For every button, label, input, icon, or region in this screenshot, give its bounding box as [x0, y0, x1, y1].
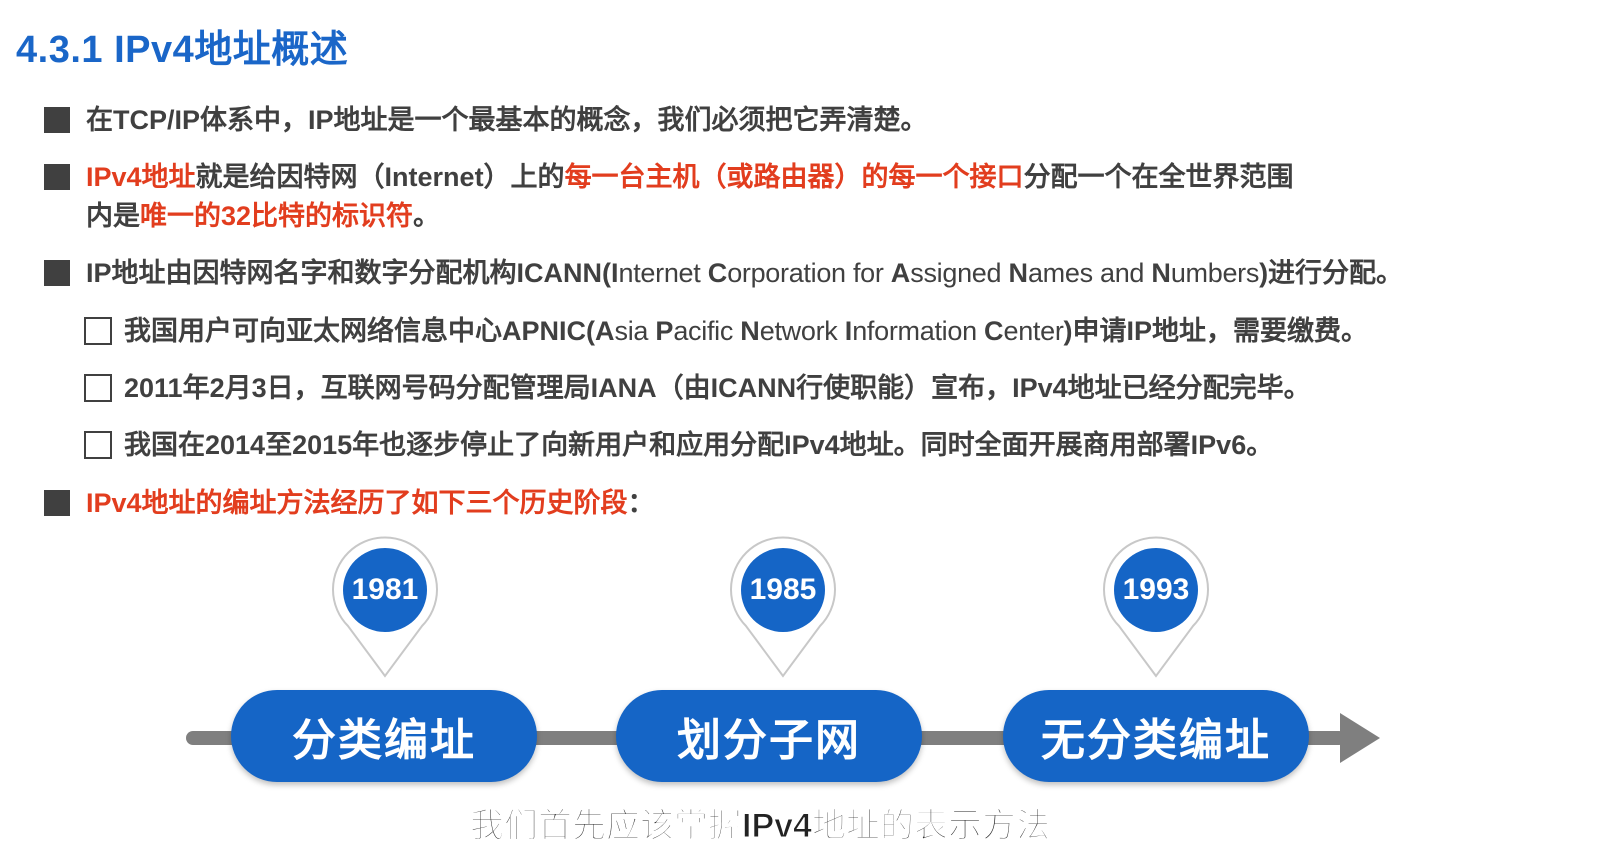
bullet-text: IP地址由因特网名字和数字分配机构ICANN(Internet Corporat… [86, 253, 1403, 293]
stage-subnetting: 划分子网 [616, 690, 922, 782]
initial-letter: N [1008, 258, 1028, 288]
bullet-text: 我国在2014至2015年也逐步停止了向新用户和应用分配IPv4地址。同时全面开… [124, 430, 1274, 460]
text-segment: ssigned [910, 258, 1009, 288]
stage-classless-addressing: 无分类编址 [1003, 690, 1309, 782]
timeline-year: 1981 [351, 573, 419, 606]
open-square-bullet-icon [84, 431, 112, 459]
text-segment: acific [673, 316, 741, 346]
initial-letter: P [655, 316, 674, 346]
highlight-interface: 每一台主机（或路由器）的每一个接口 [564, 162, 1024, 192]
bullet-text: 2011年2月3日，互联网号码分配管理局IANA（由ICANN行使职能）宣布，I… [124, 373, 1311, 403]
text-segment: orporation for [727, 258, 891, 288]
text-segment: sia [614, 316, 656, 346]
bullet-text: 内是唯一的32比特的标识符。 [86, 196, 440, 236]
video-subtitle: 我们首先应该掌握IPv4地址的表示方法 [470, 807, 1051, 846]
initial-letter: C [984, 316, 1004, 346]
bullet-text: 在TCP/IP体系中，IP地址是一个最基本的概念，我们必须把它弄清楚。 [86, 105, 928, 135]
initial-letter: I [611, 258, 619, 288]
text-segment: ames and [1027, 258, 1152, 288]
text-segment: 。 [413, 201, 441, 231]
filled-square-bullet-icon [44, 164, 70, 190]
stage-classful-addressing: 分类编址 [231, 690, 537, 782]
initial-letter: N [1151, 258, 1171, 288]
filled-square-bullet-icon [44, 490, 70, 516]
timeline-pin-1981: 1981 [330, 536, 440, 678]
text-segment: 分配一个在全世界范围 [1023, 162, 1294, 192]
text-segment: etwork [759, 316, 845, 346]
initial-letter: A [890, 258, 911, 288]
highlight-ipv4: IPv4地址 [86, 162, 196, 192]
bullet-text: 我国用户可向亚太网络信息中心APNIC(Asia Pacific Network… [124, 311, 1368, 351]
text-segment: ： [627, 488, 655, 518]
text-segment: nternet [618, 258, 708, 288]
timeline-pin-1993: 1993 [1101, 536, 1211, 678]
timeline-year: 1993 [1122, 573, 1190, 606]
filled-square-bullet-icon [44, 107, 70, 133]
text-segment: )进行分配。 [1259, 258, 1404, 288]
timeline-arrow-icon [1340, 713, 1380, 763]
initial-letter: A [595, 316, 615, 346]
text-segment: 我国用户可向亚太网络信息中心APNIC( [124, 316, 595, 346]
page-title: 4.3.1 IPv4地址概述 [16, 29, 349, 71]
highlight-unique-id: 唯一的32比特的标识符 [140, 201, 414, 231]
initial-letter: C [707, 258, 728, 288]
filled-square-bullet-icon [44, 260, 70, 286]
text-segment: umbers [1170, 258, 1260, 288]
text-segment: IP地址由因特网名字和数字分配机构ICANN( [86, 258, 611, 288]
bullet-text: IPv4地址的编址方法经历了如下三个历史阶段： [86, 483, 655, 523]
timeline-pin-1985: 1985 [728, 536, 838, 678]
open-square-bullet-icon [84, 317, 112, 345]
initial-letter: N [740, 316, 760, 346]
timeline-year: 1985 [749, 573, 817, 606]
text-segment: nformation [852, 316, 984, 346]
text-segment: )申请IP地址，需要缴费。 [1063, 316, 1369, 346]
text-segment: 就是给因特网（Internet）上的 [195, 162, 565, 192]
open-square-bullet-icon [84, 374, 112, 402]
highlight-history: IPv4地址的编址方法经历了如下三个历史阶段 [86, 488, 628, 518]
text-segment: 内是 [86, 201, 140, 231]
text-segment: enter [1003, 316, 1064, 346]
bullet-text: IPv4地址就是给因特网（Internet）上的每一台主机（或路由器）的每一个接… [86, 157, 1294, 197]
